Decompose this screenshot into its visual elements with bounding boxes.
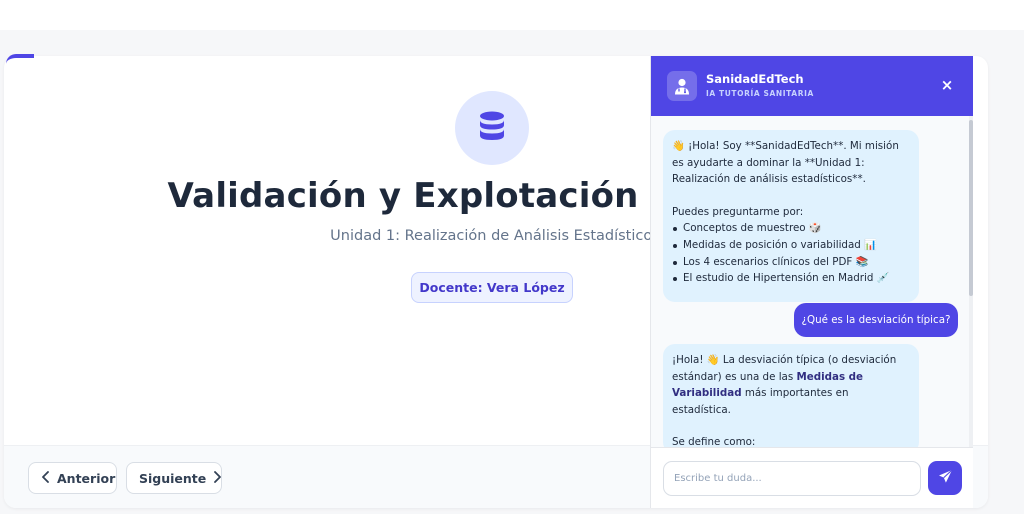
previous-button[interactable]: Anterior — [28, 462, 117, 494]
bot-message-welcome: 👋 ¡Hola! Soy **SanidadEdTech**. Mi misió… — [663, 130, 919, 302]
next-button[interactable]: Siguiente — [126, 462, 222, 494]
doctor-avatar-icon — [667, 71, 697, 101]
close-icon: × — [940, 76, 954, 94]
topic-list: Conceptos de muestreo 🎲 Medidas de posic… — [672, 220, 910, 286]
answer-text: ¡Hola! 👋 La desviación típica (o desviac… — [672, 352, 910, 418]
welcome-greeting: 👋 ¡Hola! Soy **SanidadEdTech**. Mi misió… — [672, 140, 899, 186]
top-strip — [0, 0, 1024, 30]
topic-item: Medidas de posición o variabilidad 📊 — [672, 237, 910, 254]
chevron-left-icon — [41, 470, 51, 486]
chat-input-bar — [651, 447, 973, 508]
welcome-prompt: Puedes preguntarme por: — [672, 205, 804, 218]
corner-accent — [6, 54, 34, 64]
send-icon — [938, 469, 953, 488]
bot-message-answer: ¡Hola! 👋 La desviación típica (o desviac… — [663, 344, 919, 454]
chat-input[interactable] — [663, 461, 921, 496]
previous-label: Anterior — [57, 470, 116, 486]
topic-item: Los 4 escenarios clínicos del PDF 📚 — [672, 254, 910, 271]
database-icon-badge — [455, 91, 529, 165]
chat-scrollbar-thumb[interactable] — [969, 120, 973, 296]
send-button[interactable] — [928, 461, 962, 495]
user-message: ¿Qué es la desviación típica? — [794, 303, 958, 337]
close-chat-button[interactable]: × — [937, 75, 957, 95]
next-label: Siguiente — [139, 470, 207, 486]
topic-item: El estudio de Hipertensión en Madrid 💉 — [672, 270, 910, 287]
teacher-badge: Docente: Vera López — [411, 272, 573, 303]
chat-panel: SanidadEdTech IA TUTORÍA SANITARIA × 👋 ¡… — [650, 56, 973, 508]
chat-header: SanidadEdTech IA TUTORÍA SANITARIA × — [651, 56, 973, 116]
bot-role: IA TUTORÍA SANITARIA — [706, 89, 814, 98]
topic-item: Conceptos de muestreo 🎲 — [672, 220, 910, 237]
chevron-right-icon — [212, 470, 222, 486]
database-icon — [479, 111, 505, 145]
bot-name: SanidadEdTech — [706, 72, 804, 86]
